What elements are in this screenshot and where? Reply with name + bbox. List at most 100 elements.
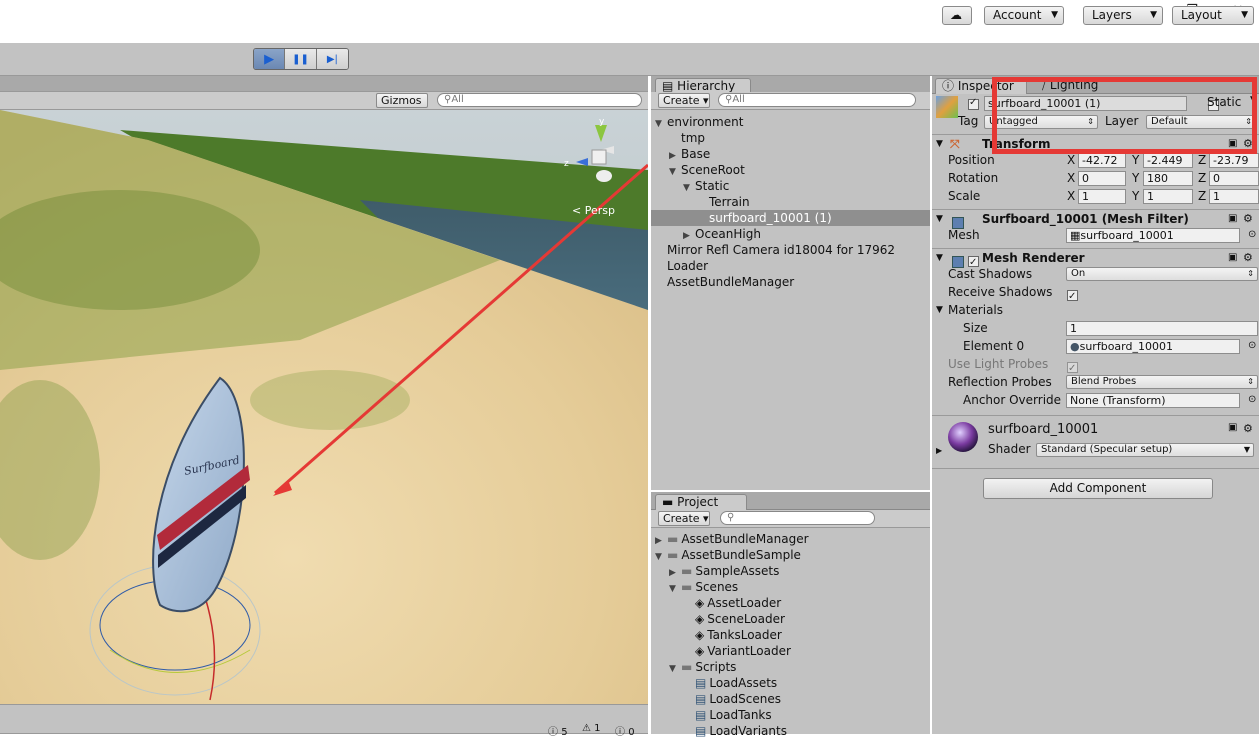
- create-label: Create: [663, 94, 700, 107]
- persp-label[interactable]: < Persp: [572, 204, 615, 217]
- rotation-y-field[interactable]: 180: [1143, 171, 1193, 186]
- shader-dropdown[interactable]: Standard (Specular setup) ▼: [1036, 443, 1254, 457]
- hierarchy-item[interactable]: tmp: [651, 130, 930, 146]
- reflection-probes-value: Blend Probes: [1071, 376, 1137, 387]
- receive-shadows-checkbox[interactable]: [1067, 288, 1078, 306]
- pause-button[interactable]: ❚❚: [285, 49, 317, 69]
- create-label: Create: [663, 512, 700, 525]
- axis-y-label: Y: [1132, 189, 1140, 203]
- rotation-row: Rotation X 0 Y 180 Z 0: [932, 169, 1259, 187]
- position-z-field[interactable]: -23.79: [1209, 153, 1259, 168]
- mesh-field[interactable]: ▦surfboard_10001: [1066, 228, 1240, 243]
- info-count[interactable]: ⓘ 5: [548, 723, 568, 738]
- project-item-label: AssetBundleManager: [681, 532, 809, 546]
- light-probes-checkbox[interactable]: [1067, 360, 1078, 378]
- project-item[interactable]: ▤ LoadTanks: [651, 707, 930, 723]
- warning-count[interactable]: ⚠ 1: [582, 723, 601, 734]
- step-button[interactable]: ▶|: [316, 49, 348, 69]
- error-count-value: 0: [628, 727, 635, 738]
- materials-row[interactable]: ▼ Materials: [932, 301, 1259, 319]
- project-create-dropdown[interactable]: Create ▾: [658, 511, 710, 526]
- search-icon: ⚲: [727, 512, 735, 523]
- mesh-filter-header[interactable]: ▼ Surfboard_10001 (Mesh Filter) ▣ ⚙: [932, 209, 1259, 229]
- layers-dropdown[interactable]: Layers ▼: [1083, 6, 1163, 25]
- gear-icon[interactable]: ⚙: [1243, 422, 1253, 435]
- hierarchy-item[interactable]: ▼ SceneRoot: [651, 162, 930, 178]
- chevron-updown-icon: ⇕: [1247, 269, 1254, 278]
- project-item-label: Scenes: [695, 580, 739, 594]
- position-x-field[interactable]: -42.72: [1078, 153, 1126, 168]
- project-item[interactable]: ◈ TanksLoader: [651, 627, 930, 643]
- hierarchy-search-input[interactable]: ⚲All: [718, 93, 916, 107]
- active-checkbox[interactable]: [968, 97, 979, 110]
- window-titlebar: — ❐ ✕: [0, 0, 1259, 42]
- mesh-renderer-header[interactable]: ▼ Mesh Renderer ▣ ⚙: [932, 248, 1259, 272]
- hierarchy-item[interactable]: ▶ Base: [651, 146, 930, 162]
- size-field[interactable]: 1: [1066, 321, 1258, 336]
- hierarchy-item[interactable]: surfboard_10001 (1): [651, 210, 930, 226]
- reflection-probes-dropdown[interactable]: Blend Probes ⇕: [1066, 375, 1258, 389]
- hierarchy-item[interactable]: Mirror Refl Camera id18004 for 17962: [651, 242, 930, 258]
- project-item[interactable]: ▤ LoadScenes: [651, 691, 930, 707]
- hierarchy-item[interactable]: ▼ Static: [651, 178, 930, 194]
- project-item[interactable]: ▤ LoadAssets: [651, 675, 930, 691]
- rotation-z-field[interactable]: 0: [1209, 171, 1259, 186]
- highlight-box: [992, 77, 1257, 154]
- shader-label: Shader: [988, 442, 1031, 456]
- project-item[interactable]: ◈ AssetLoader: [651, 595, 930, 611]
- rotation-x-field[interactable]: 0: [1078, 171, 1126, 186]
- project-item[interactable]: ▶ ▬ SampleAssets: [651, 563, 930, 579]
- object-picker-icon[interactable]: ⊙: [1248, 226, 1256, 244]
- play-button[interactable]: ▶: [254, 49, 286, 69]
- divider: [932, 468, 1259, 469]
- scale-x-field[interactable]: 1: [1078, 189, 1126, 204]
- help-icon[interactable]: ▣: [1228, 422, 1237, 433]
- folder-icon: ▬: [667, 548, 679, 562]
- pause-icon: ❚❚: [292, 53, 309, 65]
- scene-search-input[interactable]: ⚲All: [437, 93, 642, 107]
- position-y-field[interactable]: -2.449: [1143, 153, 1193, 168]
- cast-shadows-dropdown[interactable]: On ⇕: [1066, 267, 1258, 281]
- project-item[interactable]: ▼ ▬ Scenes: [651, 579, 930, 595]
- project-item[interactable]: ▶ ▬ AssetBundleManager: [651, 531, 930, 547]
- axis-z-label: Z: [1198, 189, 1207, 203]
- shader-value: Standard (Specular setup): [1041, 444, 1173, 455]
- add-component-button[interactable]: Add Component: [983, 478, 1213, 499]
- chevron-down-icon: ▼: [1241, 10, 1248, 20]
- project-item-label: LoadVariants: [709, 724, 787, 738]
- scale-y-field[interactable]: 1: [1143, 189, 1193, 204]
- error-count[interactable]: ⓘ 0: [615, 723, 635, 738]
- hierarchy-tab-label: Hierarchy: [677, 79, 736, 93]
- hierarchy-item[interactable]: Terrain: [651, 194, 930, 210]
- account-dropdown[interactable]: Account ▼: [984, 6, 1064, 25]
- hierarchy-icon: ▤: [662, 79, 674, 93]
- anchor-override-field[interactable]: None (Transform): [1066, 393, 1240, 408]
- hierarchy-create-dropdown[interactable]: Create ▾: [658, 93, 710, 108]
- tab-project[interactable]: ▬ Project: [655, 494, 747, 510]
- element0-value: surfboard_10001: [1079, 340, 1173, 353]
- hierarchy-item[interactable]: ▶ OceanHigh: [651, 226, 930, 242]
- project-item[interactable]: ◈ SceneLoader: [651, 611, 930, 627]
- scene-viewport[interactable]: Surfboard y z < Persp: [0, 110, 648, 704]
- project-item[interactable]: ▤ LoadVariants: [651, 723, 930, 739]
- element0-field[interactable]: ●surfboard_10001: [1066, 339, 1240, 354]
- project-item[interactable]: ▼ ▬ Scripts: [651, 659, 930, 675]
- cloud-button[interactable]: ☁: [942, 6, 972, 25]
- element0-row: Element 0 ●surfboard_10001 ⊙: [932, 337, 1259, 355]
- chevron-down-icon: ▼: [1243, 445, 1250, 454]
- foldout-icon[interactable]: ▶: [936, 446, 942, 455]
- project-search-input[interactable]: ⚲: [720, 511, 875, 525]
- scale-z-field[interactable]: 1: [1209, 189, 1259, 204]
- hierarchy-item[interactable]: AssetBundleManager: [651, 274, 930, 290]
- materials-label: Materials: [948, 303, 1004, 317]
- object-picker-icon[interactable]: ⊙: [1248, 391, 1256, 409]
- gizmos-dropdown[interactable]: Gizmos ▾: [376, 93, 428, 120]
- project-item[interactable]: ◈ VariantLoader: [651, 643, 930, 659]
- layers-label: Layers: [1092, 8, 1132, 22]
- hierarchy-item[interactable]: Loader: [651, 258, 930, 274]
- object-picker-icon[interactable]: ⊙: [1248, 337, 1256, 355]
- hierarchy-item[interactable]: ▼ environment: [651, 114, 930, 130]
- project-item[interactable]: ▼ ▬ AssetBundleSample: [651, 547, 930, 563]
- light-probes-row: Use Light Probes: [932, 355, 1259, 378]
- layout-dropdown[interactable]: Layout ▼: [1172, 6, 1254, 25]
